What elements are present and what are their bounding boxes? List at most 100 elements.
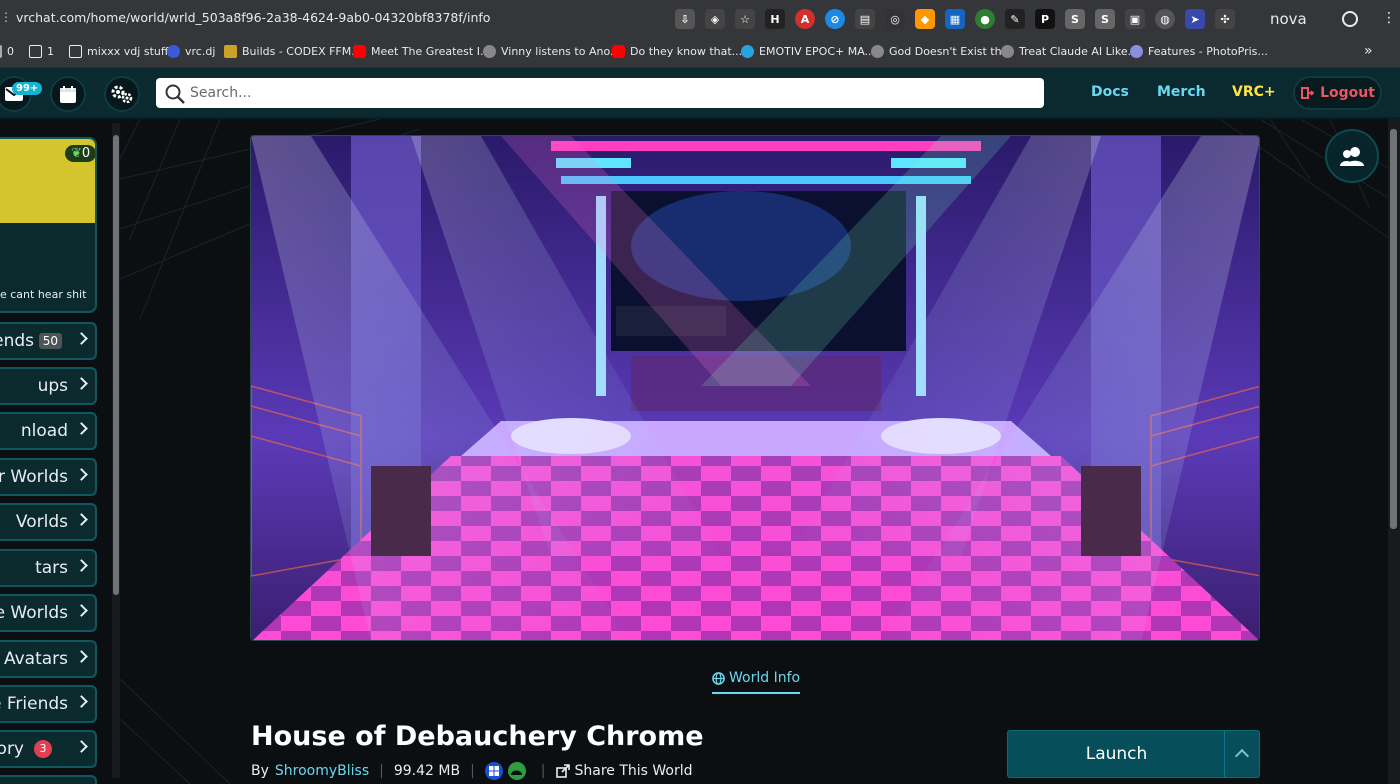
sidebar-item-more[interactable]: [0, 775, 97, 784]
sidebar-item-your-worlds[interactable]: r Worlds: [0, 458, 97, 496]
s2-icon[interactable]: S: [1095, 9, 1115, 29]
bookmark-god[interactable]: God Doesn't Exist th...: [871, 45, 1012, 58]
docs-link[interactable]: Docs: [1091, 84, 1129, 100]
search-box[interactable]: [156, 78, 1044, 108]
history-count-badge: 3: [34, 740, 52, 758]
account-icon[interactable]: [1342, 11, 1358, 27]
diamond-icon[interactable]: ◆: [915, 9, 935, 29]
profile-card[interactable]: ❦0 e cant hear shit: [0, 137, 97, 313]
bookmark-1[interactable]: 1: [29, 45, 54, 58]
tab-label: World Info: [729, 670, 801, 686]
friends-panel-button[interactable]: [1325, 129, 1379, 183]
grid-icon[interactable]: ▦: [945, 9, 965, 29]
users-icon: [1340, 147, 1364, 166]
launch-button[interactable]: Launch: [1008, 731, 1225, 777]
merch-link[interactable]: Merch: [1157, 84, 1206, 100]
star-icon[interactable]: ☆: [735, 9, 755, 29]
sidebar-item-label: Vorlds: [15, 512, 68, 532]
settings-button[interactable]: [104, 76, 140, 112]
sidebar-item-label: e Friends: [0, 694, 68, 714]
sidebar-item-favorite-avatars[interactable]: Avatars: [0, 640, 97, 678]
chevron-right-icon: [75, 650, 88, 663]
arrow-icon[interactable]: ➤: [1185, 9, 1205, 29]
p-icon[interactable]: P: [1035, 9, 1055, 29]
calendar-icon: [60, 85, 76, 103]
sidebar-item-friends[interactable]: ends 50: [0, 322, 97, 360]
chevron-right-icon: [75, 695, 88, 708]
emotiv-icon: [741, 45, 754, 58]
bookmark-meet[interactable]: Meet The Greatest I...: [353, 45, 490, 58]
tab-edge: ⋮: [0, 10, 12, 24]
divider: |: [470, 763, 475, 779]
bookmark-photoprism[interactable]: Features - PhotoPris...: [1130, 45, 1268, 58]
tab-world-info[interactable]: World Info: [712, 670, 801, 694]
author-link[interactable]: ShroomyBliss: [275, 763, 369, 779]
install-app-icon[interactable]: ⇩: [675, 9, 695, 29]
sidebar-item-favorite-worlds[interactable]: e Worlds: [0, 594, 97, 632]
launch-button-group: Launch: [1007, 730, 1260, 778]
chat-icon[interactable]: ●: [975, 9, 995, 29]
folder-icon: [29, 45, 42, 58]
sidebar-item-label: ends: [0, 331, 34, 351]
calendar-button[interactable]: [50, 76, 86, 112]
more-menu-icon[interactable]: ⋮: [1382, 10, 1396, 26]
android-icon: [507, 762, 526, 780]
adblock-icon[interactable]: A: [795, 9, 815, 29]
sidebar-scrollbar[interactable]: [112, 123, 120, 778]
puzzle-icon[interactable]: ✣: [1215, 9, 1235, 29]
shield-icon[interactable]: ◈: [705, 9, 725, 29]
search-input[interactable]: [190, 78, 1030, 108]
vrcplus-link[interactable]: VRC+: [1232, 84, 1276, 100]
sidebar-item-label: r Worlds: [0, 467, 68, 487]
chevron-right-icon: [75, 740, 88, 753]
bookmark-vrcdj[interactable]: vrc.dj: [167, 45, 215, 58]
profile-name[interactable]: nova: [1270, 10, 1307, 28]
vrcdj-icon: [167, 45, 180, 58]
compass-icon[interactable]: ⊘: [825, 9, 845, 29]
logout-button[interactable]: Logout: [1293, 76, 1382, 110]
scrollbar-thumb[interactable]: [1390, 129, 1397, 529]
status-text: e cant hear shit: [0, 288, 87, 301]
pen-icon[interactable]: ✎: [1005, 9, 1025, 29]
globe-icon: [712, 671, 725, 685]
magnifier-icon[interactable]: ◎: [885, 9, 905, 29]
youtube-icon: [353, 45, 366, 58]
sidebar-item-worlds[interactable]: Vorlds: [0, 503, 97, 541]
bookmark-mixxx[interactable]: mixxx vdj stuff: [69, 45, 168, 58]
sidebar-item-label: Avatars: [3, 649, 68, 669]
chevron-right-icon: [75, 377, 88, 390]
browser-address-bar: ⋮ vrchat.com/home/world/wrld_503a8f96-2a…: [0, 0, 1400, 38]
bookmark-vinny[interactable]: Vinny listens to Ano...: [483, 45, 620, 58]
share-icon: [555, 764, 570, 778]
logout-label: Logout: [1320, 85, 1375, 101]
divider: |: [540, 763, 546, 779]
sidebar-item-groups[interactable]: ups: [0, 367, 97, 405]
save-icon[interactable]: ▣: [1125, 9, 1145, 29]
door-exit-icon: [1301, 87, 1315, 99]
messages-button[interactable]: 99+: [0, 76, 43, 112]
meter-icon[interactable]: ▤: [855, 9, 875, 29]
friends-count-badge: 50: [38, 333, 62, 349]
s-icon[interactable]: S: [1065, 9, 1085, 29]
bookmark-0[interactable]: 0: [0, 45, 14, 58]
bookmark-codex[interactable]: Builds - CODEX FFM...: [224, 45, 362, 58]
chevron-right-icon: [75, 604, 88, 617]
address-url[interactable]: vrchat.com/home/world/wrld_503a8f96-2a38…: [16, 10, 490, 25]
sidebar-item-download[interactable]: nload: [0, 412, 97, 450]
bookmark-emotiv[interactable]: EMOTIV EPOC+ MA...: [741, 45, 875, 58]
page-scrollbar[interactable]: [1388, 119, 1400, 784]
bookmarks-overflow-icon[interactable]: »: [1364, 43, 1373, 59]
globe-icon[interactable]: ◍: [1155, 9, 1175, 29]
bookmark-claude[interactable]: Treat Claude AI Like...: [1001, 45, 1138, 58]
by-label: By: [251, 763, 269, 779]
bookmark-doknow[interactable]: Do they know that...: [612, 45, 742, 58]
sidebar-item-avatars[interactable]: tars: [0, 549, 97, 587]
sidebar-item-favorite-friends[interactable]: e Friends: [0, 685, 97, 723]
sidebar-item-label: ory: [0, 739, 24, 759]
scrollbar-thumb[interactable]: [113, 135, 119, 595]
chevron-up-icon[interactable]: [1234, 748, 1250, 764]
extension-h-icon[interactable]: H: [765, 9, 785, 29]
share-world-button[interactable]: Share This World: [555, 763, 693, 779]
sidebar-item-history[interactable]: ory 3: [0, 730, 97, 768]
youtube-icon: [612, 45, 625, 58]
